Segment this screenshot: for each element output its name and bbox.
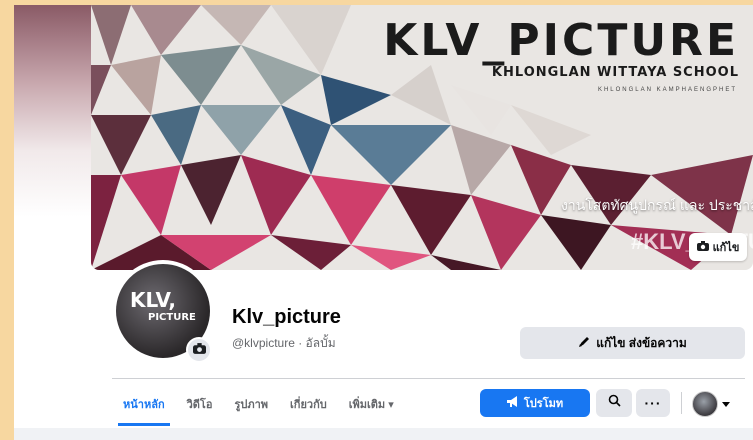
tab-more[interactable]: เพิ่มเติม ▾ xyxy=(338,388,405,420)
cover-subtitle: KHLONGLAN WITTAYA SCHOOL xyxy=(491,65,739,80)
cover-title: KLV_PICTURE xyxy=(383,15,739,66)
page-tabs: หน้าหลัก วิดีโอ รูปภาพ เกี่ยวกับ เพิ่มเต… xyxy=(112,388,405,426)
promote-label: โปรโมท xyxy=(523,398,564,410)
cover-small-text: KHLONGLAN KAMPHAENGPHET xyxy=(597,87,737,93)
camera-icon xyxy=(192,341,206,359)
page-handle: @klvpicture · อัลบั้ม xyxy=(232,336,336,350)
edit-send-label: แก้ไข ส่งข้อความ xyxy=(596,335,687,350)
cover-thai-caption: งานโสตทัศนูปกรณ์ และ ประชาสัมพัน xyxy=(561,197,753,213)
search-button[interactable] xyxy=(596,389,632,417)
pencil-icon xyxy=(578,336,590,351)
promote-button[interactable]: โปรโมท xyxy=(480,389,590,417)
tab-videos[interactable]: วิดีโอ xyxy=(176,388,224,420)
window-frame-left xyxy=(0,0,14,440)
cover-photo[interactable]: KLV_PICTURE KHLONGLAN WITTAYA SCHOOL KHL… xyxy=(91,5,753,270)
camera-icon xyxy=(696,240,709,254)
avatar-logo-text: KLV, xyxy=(130,288,176,312)
search-icon xyxy=(608,394,621,412)
page-title: Klv_picture xyxy=(232,306,341,328)
profile-switch-button[interactable] xyxy=(692,390,747,418)
more-options-button[interactable]: ··· xyxy=(636,389,670,417)
edit-cover-label: แก้ไข xyxy=(712,242,740,254)
caret-down-icon xyxy=(722,395,730,413)
content-area-top xyxy=(14,428,753,440)
header-divider xyxy=(112,378,745,379)
tab-about[interactable]: เกี่ยวกับ xyxy=(279,388,338,420)
tab-photos[interactable]: รูปภาพ xyxy=(223,388,279,420)
avatar-camera-button[interactable] xyxy=(186,337,212,363)
avatar-logo-sub: PICTURE xyxy=(148,312,196,323)
edit-send-message-button[interactable]: แก้ไข ส่งข้อความ xyxy=(520,327,745,359)
action-separator xyxy=(681,392,682,414)
megaphone-icon xyxy=(506,396,519,410)
edit-cover-button[interactable]: แก้ไข xyxy=(689,233,747,261)
avatar xyxy=(692,391,718,417)
tab-home[interactable]: หน้าหลัก xyxy=(112,388,176,426)
cover-side-shade xyxy=(14,5,92,270)
